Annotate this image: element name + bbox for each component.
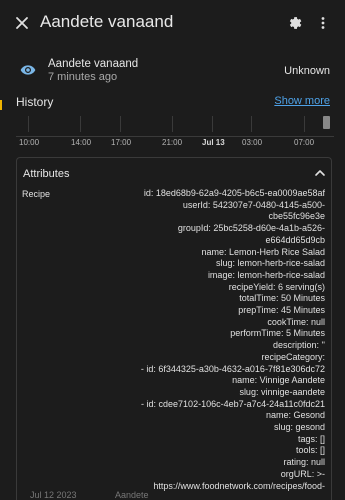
timeline-tick — [251, 116, 252, 132]
attribute-value-line: groupId: 25bc5258-d60e-4a1b-a526- — [177, 223, 325, 234]
background-label: Aandete — [115, 490, 149, 500]
attribute-value-line: cbe55fc96e3e — [268, 211, 325, 222]
timeline-tick — [304, 116, 305, 132]
attribute-key: Recipe — [22, 189, 51, 199]
axis-label: 14:00 — [71, 138, 92, 147]
attributes-panel: Attributes Recipe id: 18ed68b9-62a9-4205… — [16, 157, 332, 500]
attribute-value-line: recipeCategory: — [261, 351, 325, 362]
show-more-link[interactable]: Show more — [274, 95, 330, 107]
attribute-value-line: slug: vinnige-aandete — [239, 386, 325, 397]
timeline-tick — [120, 116, 121, 132]
axis-label: 21:00 — [162, 138, 183, 147]
gear-icon — [289, 17, 302, 29]
attribute-value-line: - id: cdee7102-106c-4eb7-a7c4-24a11c0fdc… — [141, 398, 325, 409]
attribute-value-line: - id: 6f344325-a30b-4632-a016-7f81e306dc… — [140, 363, 325, 374]
attribute-value-line: rating: null — [283, 457, 325, 468]
close-button[interactable] — [10, 11, 34, 35]
attribute-value-line: totalTime: 50 Minutes — [239, 293, 325, 304]
history-marker — [0, 100, 2, 110]
timeline-tick — [28, 116, 29, 132]
attribute-value-line: slug: gesond — [273, 422, 325, 433]
more-info-dialog: Aandete vanaand Aandete vanaand 7 minute… — [0, 0, 345, 500]
attribute-value-line: tools: [] — [295, 445, 325, 456]
attributes-title: Attributes — [23, 168, 70, 180]
attribute-value: id: 18ed68b9-62a9-4205-b6c5-ea0009ae58af… — [75, 188, 325, 492]
axis-label: 17:00 — [111, 138, 132, 147]
attribute-value-line: image: lemon-herb-rice-salad — [207, 269, 325, 280]
attribute-value-line: recipeYield: 6 serving(s) — [228, 281, 325, 292]
history-title: History — [16, 95, 54, 109]
dialog-header: Aandete vanaand — [0, 0, 345, 46]
background-date: Jul 12 2023 — [30, 490, 77, 500]
timeline-tick — [172, 116, 173, 132]
entity-name: Aandete vanaand — [48, 58, 139, 70]
attribute-value-line: orgURL: >- — [280, 468, 325, 479]
timeline-state-bar[interactable] — [323, 116, 330, 129]
attribute-value-line: id: 18ed68b9-62a9-4205-b6c5-ea0009ae58af — [143, 188, 325, 198]
attribute-value-line: name: Vinnige Aandete — [232, 375, 325, 386]
history-timeline[interactable] — [16, 114, 334, 137]
axis-label: 03:00 — [242, 138, 263, 147]
attribute-value-line: description: '' — [273, 340, 325, 351]
settings-button[interactable] — [283, 11, 307, 35]
last-changed-time: 7 minutes ago — [48, 71, 118, 83]
more-vertical-icon — [321, 17, 325, 29]
attribute-value-line: https://www.foodnetwork.com/recipes/food… — [153, 480, 325, 491]
timeline-tick — [212, 116, 213, 132]
attribute-value-line: name: Lemon-Herb Rice Salad — [201, 246, 325, 257]
state-value: Unknown — [284, 65, 330, 77]
axis-label: 10:00 — [19, 138, 40, 147]
timeline-tick — [80, 116, 81, 132]
attribute-value-line: prepTime: 45 Minutes — [238, 305, 325, 316]
axis-label: 07:00 — [294, 138, 315, 147]
attribute-value-line: slug: lemon-herb-rice-salad — [215, 258, 325, 269]
dialog-title: Aandete vanaand — [40, 12, 174, 31]
attribute-value-line: performTime: 5 Minutes — [230, 328, 325, 339]
attribute-value-line: e664dd65d9cb — [265, 234, 325, 245]
chevron-up-icon[interactable] — [313, 166, 327, 180]
close-icon — [16, 17, 28, 29]
attribute-value-line: name: Gesond — [265, 410, 325, 421]
attribute-value-line: tags: [] — [297, 433, 325, 444]
attribute-value-line: cookTime: null — [267, 316, 325, 327]
axis-label: Jul 13 — [202, 138, 225, 147]
eye-icon — [20, 65, 36, 75]
more-options-button[interactable] — [311, 11, 335, 35]
attributes-header[interactable]: Attributes — [17, 158, 331, 188]
attribute-value-line: userId: 542307e7-0480-4145-a500- — [182, 199, 325, 210]
